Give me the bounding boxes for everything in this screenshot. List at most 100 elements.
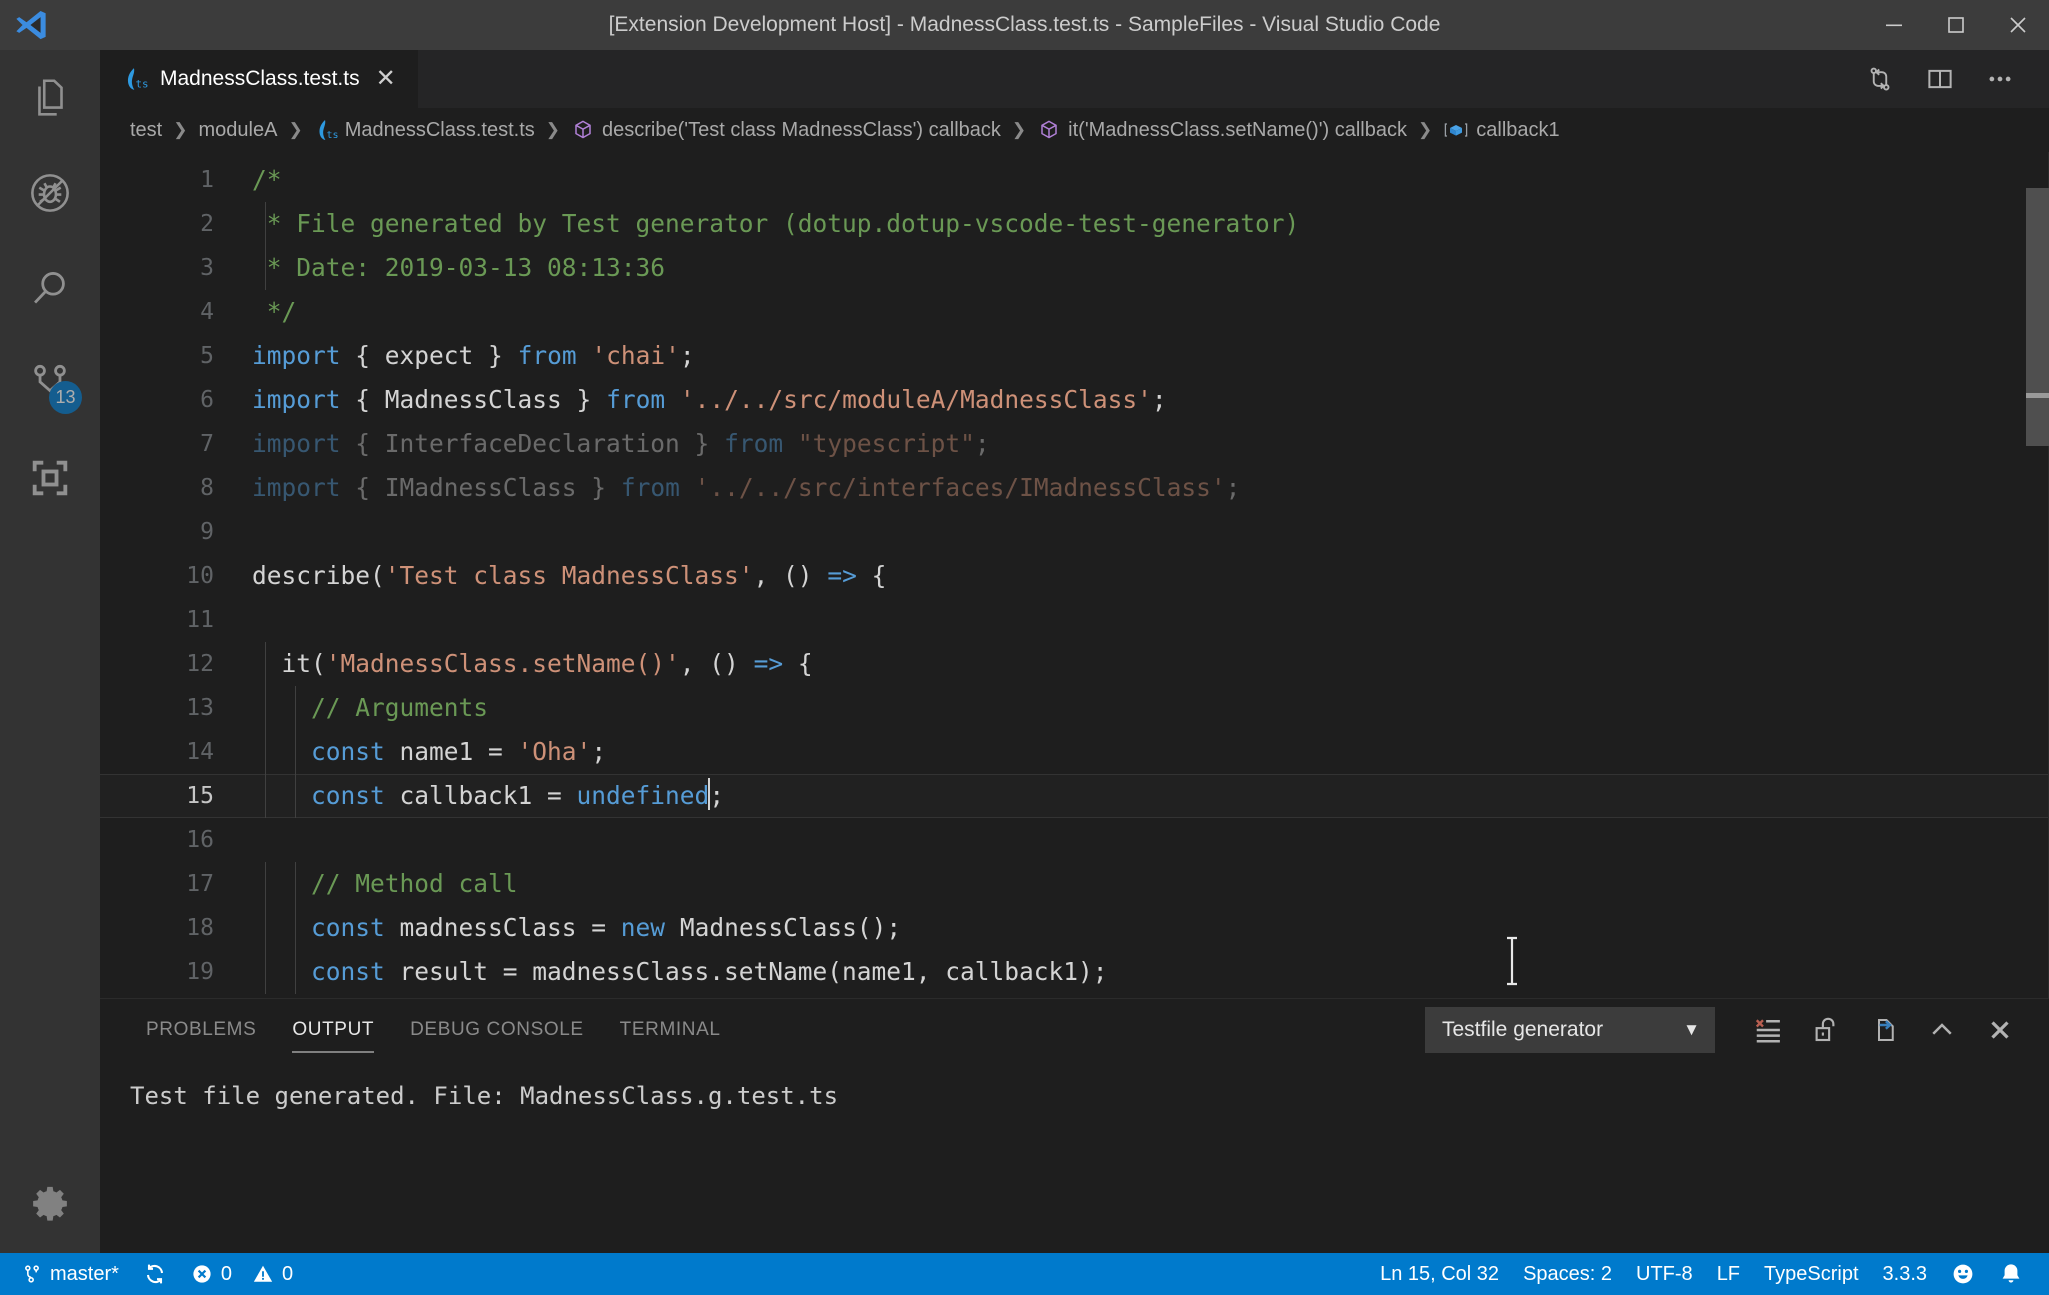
breadcrumb: test ❯ moduleA ❯ ts MadnessClass.test.ts: [100, 108, 2049, 152]
code-line[interactable]: 17 // Method call: [100, 862, 2049, 906]
code-token: }: [576, 473, 621, 502]
code-token: "typescript": [797, 429, 975, 458]
code-line[interactable]: 7 import { InterfaceDeclaration } from "t…: [100, 422, 2049, 466]
more-actions-button[interactable]: [1973, 52, 2027, 106]
code-line[interactable]: 14 const name1 = 'Oha';: [100, 730, 2049, 774]
status-encoding[interactable]: UTF-8: [1624, 1253, 1705, 1295]
code-token: ;: [591, 737, 607, 766]
maximize-button[interactable]: [1925, 0, 1987, 50]
code-token: {: [340, 473, 385, 502]
status-cursor-position[interactable]: Ln 15, Col 32: [1368, 1253, 1511, 1295]
code-token: , (): [753, 561, 828, 590]
function-icon: [571, 118, 595, 142]
tab-debug-console[interactable]: DEBUG CONSOLE: [392, 999, 602, 1061]
code-line[interactable]: 11: [100, 598, 2049, 642]
breadcrumb-item-callback1[interactable]: callback1: [1441, 118, 1561, 142]
code-token: new: [620, 913, 666, 942]
variable-icon: [1443, 118, 1469, 142]
sidebar-item-extensions[interactable]: [0, 430, 100, 525]
code-token: */: [252, 297, 297, 326]
typescript-icon: ts: [122, 66, 148, 92]
sidebar-item-explorer[interactable]: [0, 50, 100, 145]
tab-output[interactable]: OUTPUT: [274, 999, 392, 1061]
breadcrumb-item-modulea[interactable]: moduleA: [197, 119, 280, 142]
code-text: const result = madnessClass.setName(name…: [252, 950, 2049, 994]
status-branch[interactable]: master*: [10, 1253, 131, 1295]
code-token: import: [252, 385, 341, 414]
code-line[interactable]: 8 import { IMadnessClass } from '../../sr…: [100, 466, 2049, 510]
status-language-mode[interactable]: TypeScript: [1752, 1253, 1870, 1295]
compare-changes-button[interactable]: [1853, 52, 1907, 106]
status-version[interactable]: 3.3.3: [1871, 1253, 1939, 1295]
tab-madnessclass-test-ts[interactable]: ts MadnessClass.test.ts ✕: [100, 50, 418, 108]
chevron-down-icon: ▼: [1683, 1020, 1700, 1039]
manage-settings-button[interactable]: [0, 1158, 100, 1253]
code-line[interactable]: 18 const madnessClass = new MadnessClass…: [100, 906, 2049, 950]
code-token: const: [311, 781, 385, 810]
tab-problems[interactable]: PROBLEMS: [128, 999, 274, 1061]
code-line[interactable]: 9: [100, 510, 2049, 554]
breadcrumb-item-test[interactable]: test: [128, 119, 164, 142]
breadcrumb-item-file[interactable]: ts MadnessClass.test.ts: [312, 118, 537, 142]
code-line[interactable]: 6 import { MadnessClass } from '../../src…: [100, 378, 2049, 422]
scrollbar-thumb[interactable]: [2026, 188, 2049, 446]
status-feedback[interactable]: [1939, 1253, 1987, 1295]
breadcrumb-item-describe[interactable]: describe('Test class MadnessClass') call…: [569, 118, 1003, 142]
clear-output-button[interactable]: [1741, 1004, 1795, 1056]
sidebar-item-search[interactable]: [0, 240, 100, 335]
code-token: ;: [974, 429, 990, 458]
code-line[interactable]: 19 const result = madnessClass.setName(n…: [100, 950, 2049, 994]
maximize-panel-button[interactable]: [1915, 1004, 1969, 1056]
code-token: ;: [709, 781, 725, 810]
code-line[interactable]: 4 */: [100, 290, 2049, 334]
code-line[interactable]: 2 * File generated by Test generator (do…: [100, 202, 2049, 246]
breadcrumb-label: test: [130, 118, 163, 141]
code-token: MadnessClass();: [665, 913, 902, 942]
code-line[interactable]: 15 const callback1 = undefined;: [100, 774, 2049, 818]
sidebar-item-debug[interactable]: [0, 145, 100, 240]
code-editor[interactable]: 1 /* 2 * File generated by Test generator …: [100, 152, 2049, 998]
line-number: 2: [200, 211, 214, 237]
breadcrumb-item-it[interactable]: it('MadnessClass.setName()') callback: [1035, 118, 1409, 142]
tab-terminal[interactable]: TERMINAL: [602, 999, 739, 1061]
code-line[interactable]: 10 describe('Test class MadnessClass', ()…: [100, 554, 2049, 598]
status-notifications[interactable]: [1987, 1253, 2035, 1295]
editor-scrollbar[interactable]: [2026, 152, 2049, 998]
open-in-editor-button[interactable]: [1857, 1004, 1911, 1056]
code-line[interactable]: 3 * Date: 2019-03-13 08:13:36: [100, 246, 2049, 290]
status-eol[interactable]: LF: [1705, 1253, 1752, 1295]
code-token: }: [561, 385, 607, 414]
line-number: 1: [200, 167, 214, 193]
minimize-button[interactable]: [1863, 0, 1925, 50]
close-button[interactable]: [1987, 0, 2049, 50]
code-text: describe('Test class MadnessClass', () =…: [252, 554, 2049, 598]
code-line[interactable]: 20: [100, 994, 2049, 998]
code-line[interactable]: 1 /*: [100, 158, 2049, 202]
status-problems[interactable]: 0 0: [179, 1253, 305, 1295]
toggle-lock-button[interactable]: [1799, 1004, 1853, 1056]
code-token: 'chai': [591, 341, 680, 370]
code-line[interactable]: 16: [100, 818, 2049, 862]
code-token: {: [340, 341, 385, 370]
output-channel-select[interactable]: Testfile generator ▼: [1425, 1007, 1715, 1053]
tab-close-icon[interactable]: ✕: [372, 67, 400, 91]
code-token: import: [252, 473, 341, 502]
code-line[interactable]: 12 it('MadnessClass.setName()', () => {: [100, 642, 2049, 686]
split-editor-button[interactable]: [1913, 52, 1967, 106]
line-number: 9: [200, 519, 214, 545]
line-number: 19: [186, 959, 214, 985]
code-token: callback1 =: [384, 781, 577, 810]
code-text: const madnessClass = new MadnessClass();: [252, 906, 2049, 950]
code-line[interactable]: 13 // Arguments: [100, 686, 2049, 730]
sidebar-item-source-control[interactable]: 13: [0, 335, 100, 430]
code-line[interactable]: 5 import { expect } from 'chai';: [100, 334, 2049, 378]
breadcrumb-label: describe('Test class MadnessClass') call…: [602, 118, 1001, 141]
indent-guide: [265, 686, 266, 730]
status-sync[interactable]: [131, 1253, 179, 1295]
status-indentation[interactable]: Spaces: 2: [1511, 1253, 1624, 1295]
close-panel-button[interactable]: [1973, 1004, 2027, 1056]
